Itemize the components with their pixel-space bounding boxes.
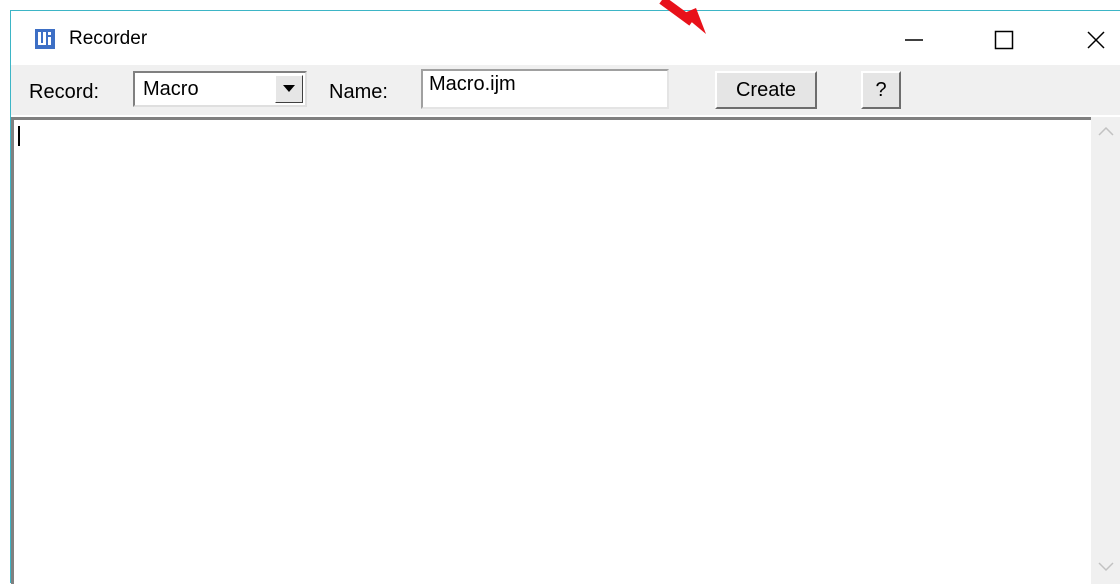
scroll-up-arrow-icon[interactable] (1096, 123, 1116, 144)
chevron-down-icon (283, 85, 295, 92)
name-label: Name: (329, 81, 388, 103)
maximize-button[interactable] (981, 17, 1027, 63)
scroll-down-arrow-icon[interactable] (1096, 559, 1116, 580)
minimize-button[interactable] (891, 17, 937, 63)
vertical-scrollbar[interactable] (1091, 117, 1120, 584)
title-bar[interactable]: Recorder (11, 11, 1120, 65)
text-caret (18, 126, 20, 146)
recorder-window: Recorder Record: Macro Name: Macro.ijm C… (10, 10, 1120, 584)
dropdown-button[interactable] (275, 75, 303, 103)
help-button[interactable]: ? (861, 71, 901, 109)
imagej-icon (35, 29, 57, 49)
record-label: Record: (29, 81, 100, 103)
record-type-select[interactable]: Macro (133, 71, 307, 107)
macro-name-input[interactable] (421, 69, 669, 109)
record-type-value: Macro (143, 78, 199, 100)
recorder-toolbar: Record: Macro Name: Create ? (11, 65, 1120, 115)
red-arrow-annotation (659, 0, 706, 34)
close-button[interactable] (1073, 17, 1119, 63)
minimize-icon (905, 39, 923, 41)
window-title: Recorder (69, 28, 148, 49)
macro-text-area[interactable] (11, 117, 1091, 584)
close-icon (1087, 31, 1105, 49)
maximize-icon (994, 30, 1014, 50)
create-button[interactable]: Create (715, 71, 817, 109)
